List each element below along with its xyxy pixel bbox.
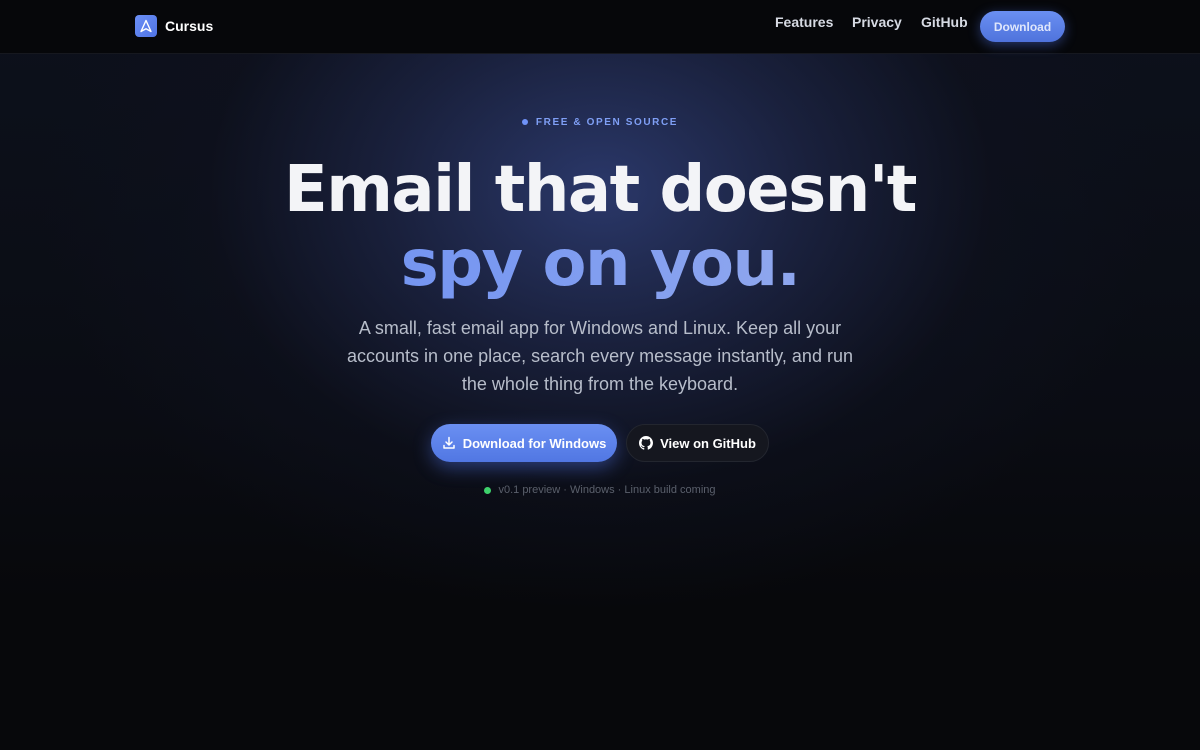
brand-name: Cursus xyxy=(165,18,214,34)
github-icon xyxy=(639,436,654,450)
view-on-github-label: View on GitHub xyxy=(660,435,756,451)
brand-logo-link[interactable]: Cursus xyxy=(135,15,213,37)
hero-headline-line1: Email that doesn't xyxy=(284,153,918,227)
nav-features-link[interactable]: Features xyxy=(775,13,833,31)
status-dot xyxy=(484,486,492,494)
hero-headline-line2: spy on you. xyxy=(0,228,1200,300)
eyebrow-dot xyxy=(521,119,528,125)
hero-subtitle: A small, fast email app for Windows and … xyxy=(347,318,853,394)
top-nav: Cursus Features Privacy GitHub Download xyxy=(0,0,1200,54)
download-windows-label: Download for Windows xyxy=(462,435,607,451)
release-status: v0.1 preview · Windows · Linux build com… xyxy=(0,483,1200,497)
nav-privacy-link[interactable]: Privacy xyxy=(852,13,902,31)
compass-a-icon xyxy=(135,15,157,37)
landing-page: Cursus Features Privacy GitHub Download … xyxy=(0,0,1200,750)
hero-eyebrow: FREE & OPEN SOURCE xyxy=(0,115,1200,129)
download-windows-button[interactable]: Download for Windows xyxy=(431,424,617,462)
release-status-text: v0.1 preview · Windows · Linux build com… xyxy=(498,484,716,496)
nav-download-button[interactable]: Download xyxy=(980,11,1065,42)
download-icon xyxy=(442,436,456,450)
nav-github-link[interactable]: GitHub xyxy=(921,13,968,31)
eyebrow-label: FREE & OPEN SOURCE xyxy=(535,116,679,128)
view-on-github-button[interactable]: View on GitHub xyxy=(626,424,769,462)
